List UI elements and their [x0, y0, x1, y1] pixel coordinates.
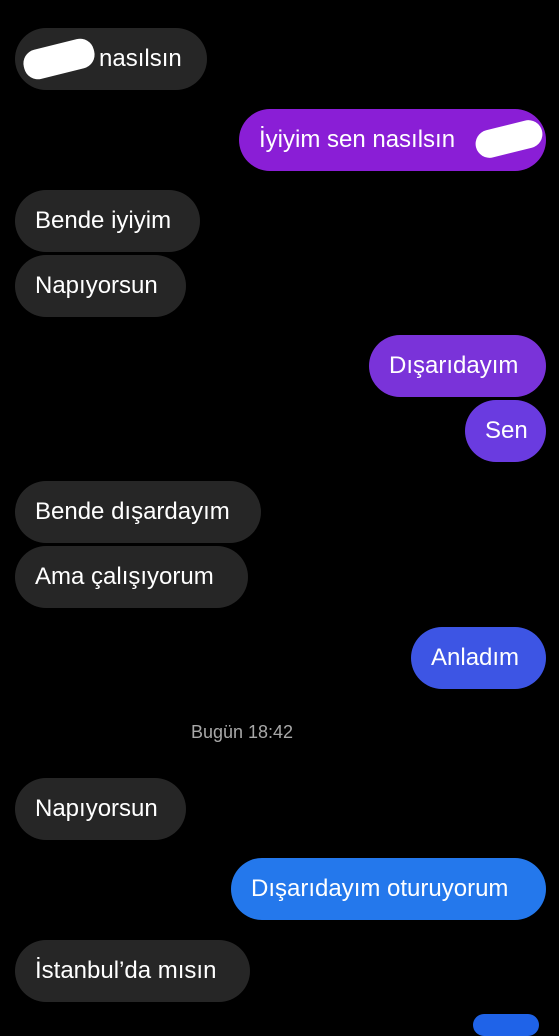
- message-text: Bende dışardayım: [35, 498, 230, 525]
- message-incoming[interactable]: Napıyorsun: [15, 778, 186, 840]
- message-text: İyiyim sen nasılsın: [259, 126, 456, 153]
- chat-thread: nasılsın İyiyim sen nasılsın Bende iyiyi…: [0, 0, 559, 1036]
- message-outgoing[interactable]: Anladım: [411, 627, 546, 689]
- message-incoming[interactable]: Bende dışardayım: [15, 481, 261, 543]
- message-text: Bende iyiyim: [35, 207, 172, 234]
- message-text: İstanbul’da mısın: [35, 957, 217, 984]
- timestamp-divider: Bugün 18:42: [190, 722, 294, 742]
- message-text: nasılsın: [99, 45, 182, 72]
- message-text: Dışarıdayım: [389, 352, 519, 379]
- message-text: Anladım: [431, 644, 520, 671]
- message-incoming[interactable]: Napıyorsun: [15, 255, 186, 317]
- message-text: Dışarıdayım oturuyorum: [251, 875, 509, 902]
- message-outgoing[interactable]: Sen: [465, 400, 546, 462]
- message-outgoing[interactable]: Dışarıdayım: [369, 335, 546, 397]
- message-incoming[interactable]: Bende iyiyim: [15, 190, 200, 252]
- redaction-scribble: [20, 35, 98, 83]
- message-outgoing[interactable]: İyiyim sen nasılsın: [239, 109, 546, 171]
- message-outgoing[interactable]: Dışarıdayım oturuyorum: [231, 858, 546, 920]
- message-text: Napıyorsun: [35, 795, 158, 822]
- message-incoming[interactable]: Ama çalışıyorum: [15, 546, 248, 608]
- redaction-scribble: [472, 117, 546, 161]
- message-text: Napıyorsun: [35, 272, 158, 299]
- message-text: Ama çalışıyorum: [35, 563, 214, 590]
- message-outgoing-partial[interactable]: [473, 1014, 539, 1036]
- message-incoming[interactable]: İstanbul’da mısın: [15, 940, 250, 1002]
- message-incoming[interactable]: nasılsın: [15, 28, 207, 90]
- message-text: Sen: [485, 417, 528, 444]
